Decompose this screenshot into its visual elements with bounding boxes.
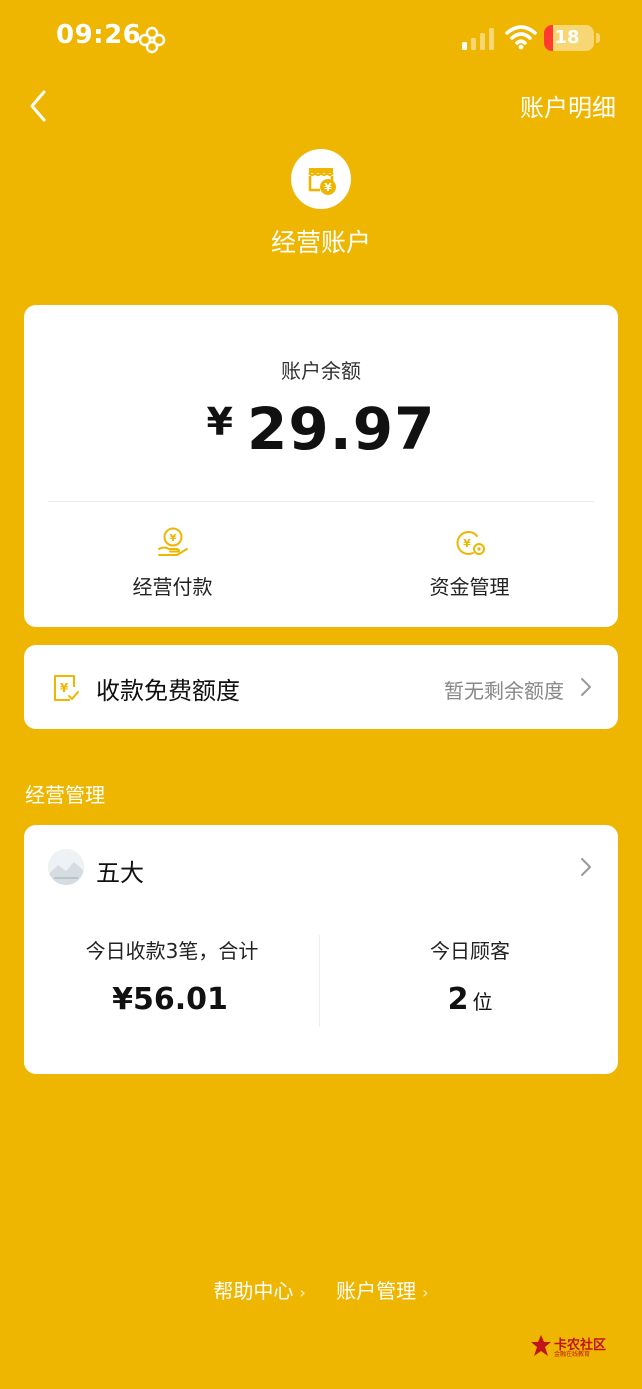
chevron-right-icon bbox=[581, 858, 591, 876]
store-header[interactable]: 五大 bbox=[24, 825, 618, 909]
chevron-right-icon: › bbox=[299, 1283, 306, 1302]
fund-management-label: 资金管理 bbox=[429, 575, 510, 599]
chevron-right-icon: › bbox=[422, 1283, 429, 1302]
business-payment-button[interactable]: ¥ 经营付款 bbox=[24, 527, 321, 607]
landscape-icon bbox=[48, 849, 84, 885]
watermark-logo-icon bbox=[531, 1335, 551, 1356]
business-payment-label: 经营付款 bbox=[132, 575, 213, 599]
status-time: 09:26 bbox=[56, 20, 142, 50]
battery-percent: 18 bbox=[554, 27, 580, 48]
back-button[interactable] bbox=[20, 84, 60, 128]
stat-divider bbox=[319, 935, 320, 1027]
balance-amount: ¥29.97 bbox=[24, 395, 618, 463]
flower-icon bbox=[138, 26, 166, 54]
battery-tip bbox=[596, 33, 600, 43]
page-title: 经营账户 bbox=[270, 228, 371, 257]
chevron-right-icon bbox=[581, 678, 591, 696]
stat-number: ¥56.01 bbox=[112, 982, 228, 1017]
footer-links: 帮助中心 › 账户管理 › bbox=[0, 1275, 642, 1304]
balance-label: 账户余额 bbox=[281, 359, 361, 383]
section-title: 经营管理 bbox=[25, 783, 105, 807]
wifi-icon bbox=[505, 25, 537, 50]
stat-label: 今日收款3笔，合计 bbox=[85, 939, 259, 963]
svg-text:¥: ¥ bbox=[324, 181, 332, 194]
balance-card: 账户余额 ¥29.97 ¥ 经营付款 ¥ 资金管理 bbox=[24, 305, 618, 627]
coin-settings-icon: ¥ bbox=[455, 531, 485, 555]
receipt-check-icon: ¥ bbox=[54, 675, 79, 701]
shop-icon: ¥ bbox=[291, 149, 351, 209]
hand-coin-icon: ¥ bbox=[157, 527, 188, 556]
account-management-link[interactable]: 账户管理 › bbox=[336, 1275, 428, 1304]
svg-text:¥: ¥ bbox=[463, 537, 471, 550]
stat-label: 今日顾客 bbox=[430, 939, 510, 963]
stat-value: 2位 bbox=[322, 982, 618, 1017]
battery-indicator: 18 bbox=[544, 25, 594, 51]
today-customers-stat: 今日顾客 2位 bbox=[322, 935, 618, 1017]
today-receipts-stat: 今日收款3笔，合计 ¥56.01 bbox=[24, 935, 320, 1017]
stat-value: ¥56.01 bbox=[24, 982, 320, 1017]
currency-symbol: ¥ bbox=[206, 400, 233, 444]
store-avatar bbox=[48, 849, 84, 885]
account-detail-link[interactable]: 账户明细 bbox=[520, 88, 616, 123]
watermark-subtext: 金融在线教育 bbox=[554, 1351, 591, 1358]
account-management-label: 账户管理 bbox=[336, 1279, 417, 1303]
stat-number: 2 bbox=[447, 982, 469, 1017]
watermark: 卡农社区 金融在线教育 bbox=[530, 1334, 610, 1360]
free-quota-row[interactable]: ¥ 收款免费额度 暂无剩余额度 bbox=[24, 645, 618, 729]
divider bbox=[48, 501, 594, 502]
signal-icon bbox=[462, 28, 494, 50]
svg-text:¥: ¥ bbox=[169, 533, 176, 544]
help-center-link[interactable]: 帮助中心 › bbox=[213, 1275, 305, 1304]
free-quota-value: 暂无剩余额度 bbox=[444, 679, 564, 703]
balance-value: 29.97 bbox=[246, 395, 436, 463]
stat-unit: 位 bbox=[472, 990, 493, 1014]
svg-text:¥: ¥ bbox=[60, 681, 69, 695]
help-center-label: 帮助中心 bbox=[213, 1279, 294, 1303]
store-card: 五大 今日收款3笔，合计 ¥56.01 今日顾客 2位 bbox=[24, 825, 618, 1074]
free-quota-title: 收款免费额度 bbox=[96, 677, 240, 705]
fund-management-button[interactable]: ¥ 资金管理 bbox=[321, 527, 618, 607]
store-name: 五大 bbox=[96, 859, 144, 887]
